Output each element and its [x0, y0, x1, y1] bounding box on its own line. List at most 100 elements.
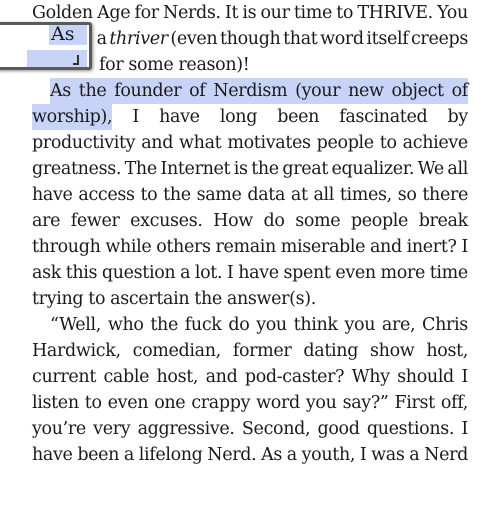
text-line: have been a lifelong Nerd. As a youth, I… — [32, 442, 468, 468]
selection-handle-icon[interactable] — [73, 55, 79, 65]
word: First — [394, 393, 436, 413]
word: a — [286, 445, 297, 465]
word: you’re — [32, 419, 86, 439]
word: We — [417, 159, 445, 179]
text-line: through while others remain miserable an… — [32, 234, 468, 260]
word: the — [251, 159, 279, 179]
word: How — [213, 211, 253, 231]
word: people — [350, 211, 409, 231]
word: I — [132, 107, 139, 127]
word: aggressive. — [137, 419, 235, 439]
word: spent — [283, 263, 331, 283]
word: so — [397, 185, 417, 205]
word: ascertain — [110, 289, 190, 309]
word: I — [461, 237, 468, 257]
word: Nerdism — [213, 81, 288, 101]
selection-magnifier: As — [0, 22, 92, 70]
word: our — [260, 3, 290, 23]
text-line: you’re very aggressive. Second, good que… — [32, 416, 468, 442]
word: are, — [381, 315, 416, 335]
word: achieve — [402, 133, 469, 153]
text-line-selected[interactable]: As the founder of Nerdism (your new obje… — [32, 78, 468, 104]
text-line: greatness. The Internet is the great equ… — [32, 156, 468, 182]
word: the — [150, 315, 178, 335]
word: As — [261, 445, 283, 465]
text-line: Hardwick, comedian, former dating show h… — [32, 338, 468, 364]
word: I — [359, 445, 367, 465]
text-line: trying to ascertain the answer(s). — [32, 286, 468, 312]
word: equalizer. — [331, 159, 415, 179]
word: crappy — [191, 393, 251, 413]
word: (even — [170, 29, 218, 49]
word: to — [88, 289, 106, 309]
text-line: a thriver (even though that word itself … — [32, 26, 469, 52]
word: you — [256, 315, 287, 335]
word: even — [107, 393, 149, 413]
word: long — [219, 107, 258, 127]
word: great — [282, 159, 328, 179]
word: a — [123, 445, 134, 465]
word: by — [447, 107, 469, 127]
word: the — [194, 289, 222, 309]
word: is — [233, 159, 248, 179]
word: questions. — [366, 419, 455, 439]
word: new — [348, 81, 384, 101]
word: “Well, — [50, 315, 102, 335]
word: cable — [103, 367, 150, 387]
word: even — [335, 263, 376, 283]
word-selected[interactable]: worship), — [32, 104, 113, 130]
word: youth, — [301, 445, 356, 465]
word: is — [242, 3, 257, 23]
word: answer(s). — [226, 289, 316, 309]
word: current — [32, 367, 97, 387]
text-line: “Well, who the fuck do you think you are… — [32, 312, 468, 338]
word: Age — [97, 3, 131, 23]
word: to — [336, 3, 354, 23]
word: one — [154, 393, 186, 413]
word: data — [247, 185, 286, 205]
word: reason)! — [178, 55, 250, 75]
text-line: productivity and what motivates people t… — [32, 130, 468, 156]
word: (your — [295, 81, 341, 101]
word: itself — [366, 29, 409, 49]
word: As — [50, 81, 71, 101]
word: pod-caster? — [244, 367, 345, 387]
word: all — [447, 159, 468, 179]
word: been — [77, 445, 120, 465]
word: have — [238, 263, 279, 283]
word: you — [305, 393, 337, 413]
text-line: have access to the same data at all time… — [32, 182, 468, 208]
word: greatness. — [32, 159, 122, 179]
word: question — [101, 263, 176, 283]
word: ask — [32, 263, 61, 283]
word: through — [32, 237, 101, 257]
word: Why — [351, 367, 390, 387]
word-italic: thriver — [109, 29, 168, 49]
text-selection[interactable]: As the founder of Nerdism (your new obje… — [50, 78, 468, 104]
word: fuck — [184, 315, 222, 335]
word: a — [409, 445, 420, 465]
word: You — [437, 3, 468, 23]
word: for — [134, 3, 159, 23]
text-line: Golden Age for Nerds. It is our time to … — [32, 0, 468, 26]
word: It — [224, 3, 239, 23]
word: the — [78, 81, 107, 101]
word: though — [219, 29, 281, 49]
word: more — [380, 263, 426, 283]
word: founder — [114, 81, 182, 101]
word: miserable — [280, 237, 366, 257]
word: you — [344, 315, 376, 335]
word: time — [429, 263, 469, 283]
book-page: Golden Age for Nerds. It is our time to … — [32, 0, 468, 468]
word: fewer — [70, 211, 120, 231]
word: was — [371, 445, 405, 465]
word: some — [295, 211, 341, 231]
word: this — [65, 263, 98, 283]
text-line: current cable host, and pod-caster? Why … — [32, 364, 468, 390]
word: some — [128, 55, 174, 75]
text-line: worship), I have long been fascinated by — [32, 104, 468, 130]
word: trying — [32, 289, 84, 309]
word: word — [256, 393, 300, 413]
word: Nerds. — [163, 3, 221, 23]
word: remain — [215, 237, 276, 257]
